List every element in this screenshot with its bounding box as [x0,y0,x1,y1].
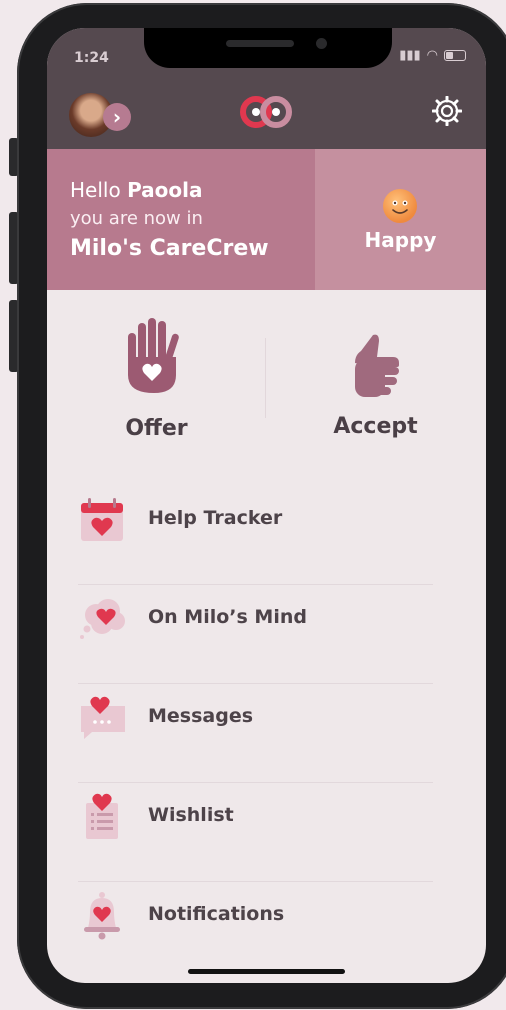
menu-item-wishlist[interactable]: Wishlist [78,783,433,882]
list-heart-icon [86,793,118,839]
app-screen: 1:24 ▮▮▮ ◠ › Hello Paoola you are now in… [47,28,486,983]
menu-label-on-milos-mind: On Milo’s Mind [148,606,307,628]
speaker-grille [226,40,294,47]
mood-label: Happy [364,228,437,252]
smiley-face-icon [383,189,417,223]
status-icons: ▮▮▮ ◠ [399,48,466,63]
milo-care-logo[interactable] [239,96,293,128]
status-time: 1:24 [74,50,109,66]
wifi-icon: ◠ [426,48,438,63]
menu-item-help-tracker[interactable]: Help Tracker [78,486,433,585]
greeting-hello: Hello [70,178,121,202]
accept-button[interactable]: Accept [266,311,485,451]
battery-icon [444,50,466,61]
greeting-line: Hello Paoola [70,178,203,202]
menu-item-on-milos-mind[interactable]: On Milo’s Mind [78,585,433,684]
message-heart-icon [81,696,125,739]
accept-label: Accept [333,414,418,439]
menu-label-messages: Messages [148,705,254,727]
offer-button[interactable]: Offer [47,311,266,451]
crew-name: Milo's CareCrew [70,236,269,261]
mood-button[interactable]: Happy [315,149,486,290]
menu-item-notifications[interactable]: Notifications [78,882,433,980]
greeting-subline: you are now in [70,208,203,229]
menu-label-notifications: Notifications [148,903,285,925]
offer-label: Offer [125,416,188,441]
front-camera [316,38,327,49]
calendar-heart-icon [81,498,123,541]
main-menu: Help Tracker On Milo’s Mind Messages Wis… [78,486,433,980]
signal-icon: ▮▮▮ [399,48,421,63]
gear-icon[interactable] [432,96,462,126]
menu-item-messages[interactable]: Messages [78,684,433,783]
menu-label-wishlist: Wishlist [148,804,234,826]
profile-chevron-icon[interactable]: › [103,103,131,131]
menu-label-help-tracker: Help Tracker [148,507,283,529]
thumbs-up-hand-icon [355,334,399,397]
thought-cloud-heart-icon [80,599,125,639]
home-indicator[interactable] [188,969,345,974]
greeting-banner: Hello Paoola you are now in Milo's CareC… [47,149,315,290]
phone-notch [144,28,392,68]
user-name: Paoola [127,178,203,202]
open-hand-heart-icon [128,318,179,393]
bell-heart-icon [84,892,120,940]
